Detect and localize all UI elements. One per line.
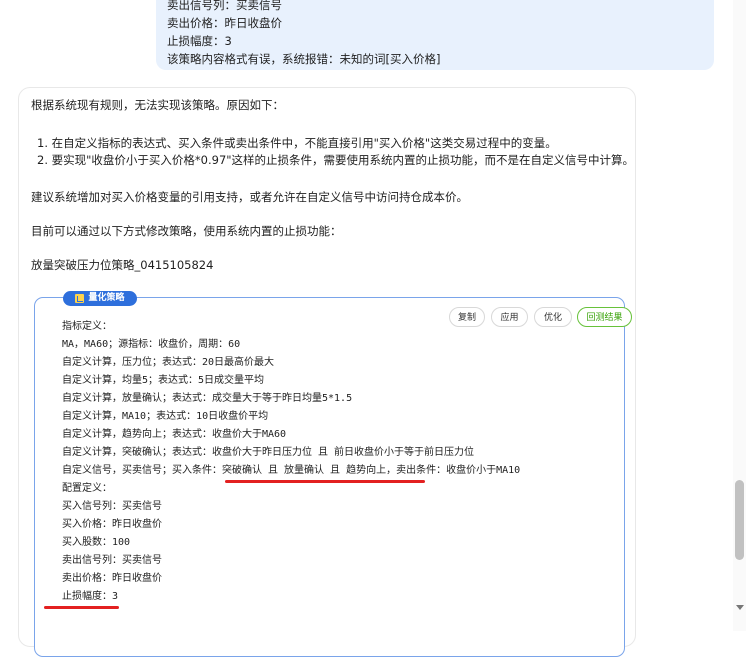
code-line: 自定义计算，突破确认；表达式：收盘价大于昨日压力位 且 前日收盘价小于等于前日压… bbox=[62, 447, 475, 458]
red-underline-annotation bbox=[44, 606, 119, 609]
scrollbar-thumb[interactable] bbox=[735, 480, 744, 560]
red-underline-annotation bbox=[225, 480, 425, 483]
code-line: MA，MA60；源指标：收盘价，周期：60 bbox=[62, 339, 241, 350]
code-line: 卖出价格：昨日收盘价 bbox=[62, 573, 162, 584]
code-line: 止损幅度：3 bbox=[62, 591, 119, 602]
user-message-line: 卖出信号列：买卖信号 bbox=[167, 0, 282, 12]
ai-intro: 根据系统现有规则，无法实现该策略。原因如下： bbox=[31, 98, 284, 112]
code-line: 买入信号列：买卖信号 bbox=[62, 501, 162, 512]
apply-button[interactable]: 应用 bbox=[491, 307, 528, 327]
code-line: 自定义计算，均量5；表达式：5日成交量平均 bbox=[62, 375, 265, 386]
code-line: 自定义计算，趋势向上；表达式：收盘价大于MA60 bbox=[62, 429, 287, 440]
strategy-code-box: 量化策略 复制 应用 优化 回测结果 指标定义： MA，MA60；源指标：收盘价… bbox=[34, 291, 632, 657]
copy-button[interactable]: 复制 bbox=[449, 307, 485, 327]
code-line: 买入股数：100 bbox=[62, 537, 131, 548]
chart-icon bbox=[75, 294, 85, 303]
strategy-name: 放量突破压力位策略_0415105824 bbox=[31, 258, 214, 272]
strategy-tag-label: 量化策略 bbox=[88, 293, 125, 303]
backtest-result-button[interactable]: 回测结果 bbox=[577, 307, 632, 327]
code-line: 卖出信号列：买卖信号 bbox=[62, 555, 162, 566]
code-line: 自定义信号，买卖信号；买入条件：突破确认 且 放量确认 且 趋势向上，卖出条件：… bbox=[62, 465, 521, 476]
code-line: 自定义计算，放量确认；表达式：成交量大于等于昨日均量5*1.5 bbox=[62, 393, 353, 404]
code-line: 自定义计算，压力位；表达式：20日最高价最大 bbox=[62, 357, 275, 368]
ai-modify-hint: 目前可以通过以下方式修改策略，使用系统内置的止损功能： bbox=[31, 224, 342, 238]
code-line: 配置定义： bbox=[62, 483, 112, 494]
code-line: 指标定义： bbox=[62, 321, 112, 332]
ai-reason-1: 1. 在自定义指标的表达式、买入条件或卖出条件中，不能直接引用"买入价格"这类交… bbox=[37, 136, 557, 150]
user-message-line: 止损幅度：3 bbox=[167, 34, 232, 48]
ai-suggestion: 建议系统增加对买入价格变量的引用支持，或者允许在自定义信号中访问持仓成本价。 bbox=[31, 190, 468, 204]
user-message-line: 该策略内容格式有误，系统报错：未知的词[买入价格] bbox=[167, 52, 441, 66]
code-line: 买入价格：昨日收盘价 bbox=[62, 519, 162, 530]
scroll-down-arrow-icon[interactable] bbox=[736, 605, 744, 610]
user-message-line: 卖出价格：昨日收盘价 bbox=[167, 16, 282, 30]
optimize-button[interactable]: 优化 bbox=[534, 307, 572, 327]
user-message-bubble: 卖出信号列：买卖信号 卖出价格：昨日收盘价 止损幅度：3 该策略内容格式有误，系… bbox=[156, 0, 714, 70]
strategy-tag: 量化策略 bbox=[63, 291, 137, 306]
ai-reason-2: 2. 要实现"收盘价小于买入价格*0.97"这样的止损条件，需要使用系统内置的止… bbox=[37, 153, 635, 167]
ai-response-card: 根据系统现有规则，无法实现该策略。原因如下： 1. 在自定义指标的表达式、买入条… bbox=[18, 87, 636, 657]
code-line: 自定义计算，MA10；表达式：10日收盘价平均 bbox=[62, 411, 269, 422]
